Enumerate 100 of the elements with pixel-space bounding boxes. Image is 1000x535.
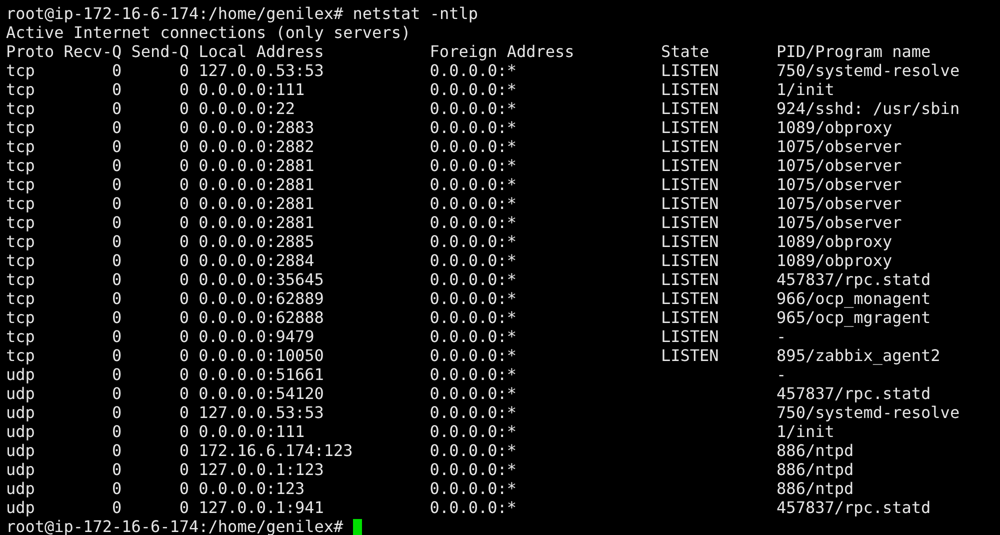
table-cell: 0.0.0.0:22 [198, 99, 295, 118]
table-cell: 0.0.0.0:* [430, 289, 516, 308]
table-cell: LISTEN [660, 213, 719, 232]
table-cell: LISTEN [660, 308, 719, 327]
table-cell: 1075/observer [776, 213, 902, 232]
table-cell: LISTEN [660, 61, 719, 80]
table-cell: 127.0.0.53:53 [198, 403, 324, 422]
table-cell: 1089/obproxy [776, 251, 892, 270]
table-cell: 0 [112, 213, 122, 232]
table-cell: 0 [179, 251, 189, 270]
table-cell: udp [6, 479, 35, 498]
table-cell: udp [6, 460, 35, 479]
table-cell: 0.0.0.0:2881 [198, 156, 314, 175]
table-cell: 127.0.0.53:53 [198, 61, 324, 80]
table-cell: 172.16.6.174:123 [198, 441, 353, 460]
table-cell: 0 [112, 156, 122, 175]
table-cell: 0 [179, 137, 189, 156]
table-cell: - [776, 327, 786, 346]
table-cell: udp [6, 441, 35, 460]
table-cell: 1075/observer [776, 156, 902, 175]
table-cell: 1075/observer [776, 137, 902, 156]
table-cell: LISTEN [660, 251, 719, 270]
table-cell: 0 [179, 384, 189, 403]
table-cell: 750/systemd-resolve [776, 403, 960, 422]
table-cell: 0 [179, 365, 189, 384]
table-cell: 0 [179, 460, 189, 479]
table-cell: 457837/rpc.statd [776, 270, 931, 289]
table-cell: 0.0.0.0:* [430, 422, 516, 441]
table-cell: 0.0.0.0:* [430, 213, 516, 232]
table-cell: 0.0.0.0:* [430, 251, 516, 270]
table-cell: 0.0.0.0:* [430, 175, 516, 194]
table-cell: 0.0.0.0:* [430, 80, 516, 99]
table-cell: 0.0.0.0:* [430, 61, 516, 80]
table-cell: 0 [112, 118, 122, 137]
table-cell: tcp [6, 118, 35, 137]
command-line: root@ip-172-16-6-174:/home/genilex# netstat -ntlp [6, 4, 480, 23]
table-cell: 0 [112, 61, 122, 80]
table-cell: 0.0.0.0:* [430, 441, 516, 460]
table-cell: 0.0.0.0:2884 [198, 251, 314, 270]
table-cell: 0.0.0.0:* [430, 346, 516, 365]
table-cell: 0 [112, 346, 122, 365]
table-cell: 0 [112, 422, 122, 441]
table-cell: tcp [6, 327, 35, 346]
table-cell: 0.0.0.0:* [430, 137, 516, 156]
table-cell: 0 [179, 289, 189, 308]
table-cell: LISTEN [660, 80, 719, 99]
table-cell: 0 [112, 232, 122, 251]
table-cell: tcp [6, 213, 35, 232]
table-cell: 0.0.0.0:* [430, 498, 516, 517]
table-cell: 0.0.0.0:2881 [198, 194, 314, 213]
table-cell: 0 [112, 175, 122, 194]
table-cell: 0.0.0.0:111 [198, 422, 305, 441]
table-cell: tcp [6, 137, 35, 156]
table-cell: tcp [6, 308, 35, 327]
table-cell: LISTEN [660, 137, 719, 156]
table-cell: udp [6, 422, 35, 441]
table-cell: LISTEN [660, 289, 719, 308]
table-cell: 0 [112, 403, 122, 422]
table-cell: 0.0.0.0:* [430, 270, 516, 289]
table-cell: - [776, 365, 786, 384]
column-header: PID/Program name [776, 42, 931, 61]
table-cell: tcp [6, 194, 35, 213]
table-cell: tcp [6, 251, 35, 270]
table-cell: 0 [112, 137, 122, 156]
table-cell: 1089/obproxy [776, 118, 892, 137]
table-cell: udp [6, 403, 35, 422]
table-cell: 0 [179, 327, 189, 346]
table-cell: udp [6, 498, 35, 517]
table-cell: 0 [112, 289, 122, 308]
table-cell: 0 [179, 498, 189, 517]
table-cell: 886/ntpd [776, 441, 854, 460]
table-cell: LISTEN [660, 156, 719, 175]
table-cell: 0 [179, 479, 189, 498]
table-cell: 0.0.0.0:2881 [198, 213, 314, 232]
column-header: Recv-Q [64, 42, 122, 61]
table-cell: tcp [6, 175, 35, 194]
table-cell: 0.0.0.0:2885 [198, 232, 314, 251]
table-cell: 127.0.0.1:123 [198, 460, 324, 479]
table-cell: tcp [6, 232, 35, 251]
table-cell: 0.0.0.0:* [430, 403, 516, 422]
column-header: Proto [6, 42, 54, 61]
table-cell: 1075/observer [776, 194, 902, 213]
output-title: Active Internet connections (only servers) [6, 23, 412, 42]
table-cell: 0.0.0.0:* [430, 365, 516, 384]
table-cell: 0 [179, 80, 189, 99]
table-cell: 1089/obproxy [776, 232, 892, 251]
table-cell: 895/zabbix_agent2 [776, 346, 940, 365]
table-cell: 0.0.0.0:* [430, 232, 516, 251]
table-cell: 0.0.0.0:* [430, 156, 516, 175]
table-cell: 965/ocp_mgragent [776, 308, 931, 327]
table-cell: 1/init [776, 80, 834, 99]
column-header: Send-Q [131, 42, 189, 61]
table-cell: 0 [112, 479, 122, 498]
table-cell: 0 [112, 441, 122, 460]
table-cell: 0.0.0.0:123 [198, 479, 305, 498]
table-cell: 0 [112, 498, 122, 517]
table-cell: 0 [112, 99, 122, 118]
table-cell: LISTEN [660, 232, 719, 251]
table-cell: 0 [179, 308, 189, 327]
table-cell: 0 [179, 156, 189, 175]
